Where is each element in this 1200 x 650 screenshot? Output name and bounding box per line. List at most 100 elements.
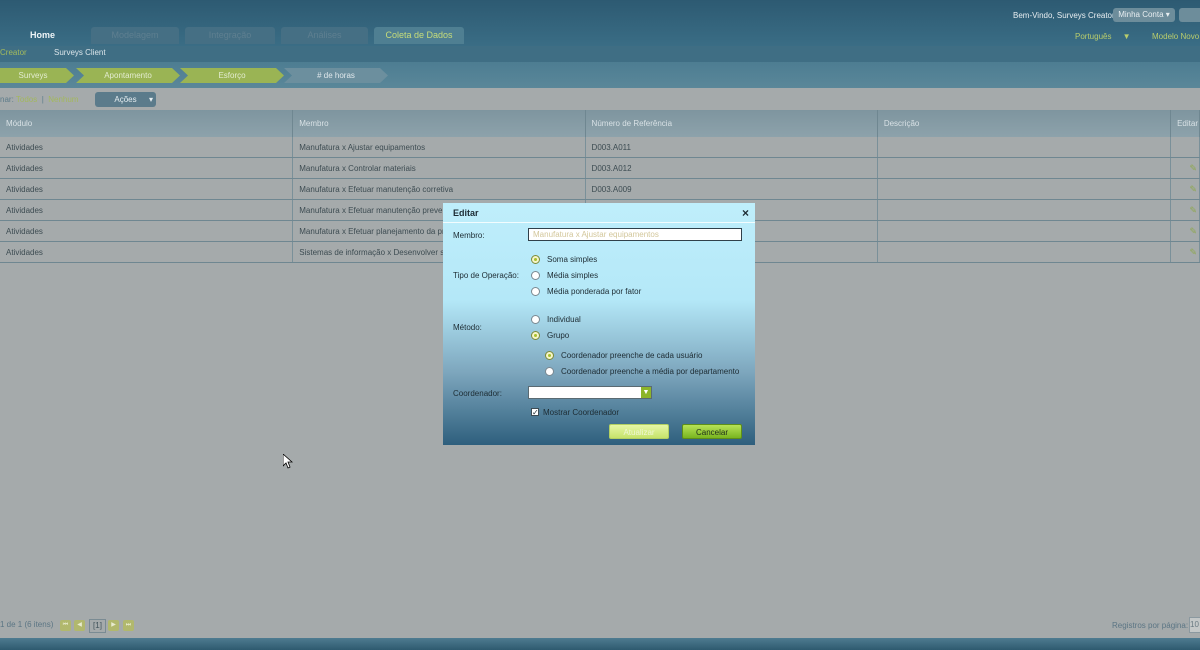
pencil-icon[interactable]: ✎ (1189, 163, 1197, 174)
pencil-icon[interactable]: ✎ (1189, 205, 1197, 216)
dialog-title: Editar (453, 208, 479, 218)
pencil-icon[interactable]: ✎ (1189, 184, 1197, 195)
per-page-select[interactable]: 10 (1189, 617, 1200, 633)
prev-page-icon[interactable]: ◀ (74, 620, 85, 631)
cell-modulo: Atividades (0, 157, 294, 179)
sub-nav (0, 46, 1200, 62)
selection-separator: | (41, 95, 44, 104)
footer-bar (0, 638, 1200, 650)
chevron-down-icon: ▼ (641, 387, 651, 398)
cell-referencia: D003.A009 (585, 178, 878, 200)
cell-membro: Manufatura x Ajustar equipamentos (292, 137, 586, 158)
cell-modulo: Atividades (0, 241, 294, 263)
grupo-label: Grupo (547, 331, 570, 340)
cancel-button[interactable]: Cancelar (682, 424, 742, 439)
radio-media-ponderada[interactable] (531, 287, 540, 296)
radio-coord-cada-usuario[interactable] (545, 351, 554, 360)
coord-cada-usuario-label: Coordenador preenche de cada usuário (561, 351, 703, 360)
coord-media-departamento-label: Coordenador preenche a média por departa… (561, 367, 740, 376)
radio-soma-simples[interactable] (531, 255, 540, 264)
coordenador-label: Coordenador: (453, 389, 502, 398)
breadcrumb-surveys[interactable]: Surveys (0, 68, 74, 83)
col-descricao[interactable]: Descrição (877, 110, 1172, 137)
cell-editar (1170, 137, 1200, 158)
cell-modulo: Atividades (0, 220, 294, 242)
close-icon[interactable]: × (742, 206, 749, 220)
breadcrumb-esforco[interactable]: Esforço (180, 68, 284, 83)
cell-membro: Manufatura x Efetuar manutenção corretiv… (292, 178, 586, 200)
individual-label: Individual (547, 315, 581, 324)
cell-descricao (877, 220, 1172, 242)
membro-input[interactable] (528, 228, 742, 241)
language-selector[interactable]: Português ▼ (1075, 32, 1131, 41)
caret-down-icon: ▾ (148, 95, 153, 104)
cell-editar: ✎ (1170, 241, 1200, 263)
tipo-operacao-label: Tipo de Operação: (453, 271, 519, 280)
language-label: Português (1075, 32, 1112, 41)
actions-button[interactable]: Ações ▾ (95, 92, 156, 107)
table-row[interactable]: Atividades Manufatura x Ajustar equipame… (0, 137, 1200, 158)
pencil-icon[interactable]: ✎ (1189, 247, 1197, 258)
tab-home[interactable]: Home (0, 27, 85, 44)
cell-modulo: Atividades (0, 199, 294, 221)
radio-coord-media-departamento[interactable] (545, 367, 554, 376)
cell-descricao (877, 241, 1172, 263)
mouse-cursor-icon (283, 454, 293, 469)
select-none-link[interactable]: Nenhum (48, 95, 78, 104)
actions-label: Ações (114, 95, 137, 104)
cell-modulo: Atividades (0, 178, 294, 200)
my-account-button[interactable]: Minha Conta ▾ (1113, 8, 1175, 22)
model-selector[interactable]: Modelo Novo (1152, 32, 1199, 41)
media-ponderada-label: Média ponderada por fator (547, 287, 642, 296)
selection-bar: nar: Todos | Nenhum (0, 95, 78, 104)
pencil-icon[interactable]: ✎ (1189, 226, 1197, 237)
metodo-label: Método: (453, 323, 482, 332)
next-page-icon[interactable]: ▶ (108, 620, 119, 631)
radio-individual[interactable] (531, 315, 540, 324)
caret-down-icon: ▾ (1165, 10, 1170, 19)
header-extra-button[interactable] (1179, 8, 1200, 22)
tab-integracao[interactable]: Integração (185, 27, 275, 44)
tab-coleta-de-dados[interactable]: Coleta de Dados (374, 27, 464, 44)
mostrar-coordenador-checkbox[interactable]: ✓ (531, 408, 539, 417)
caret-down-icon: ▼ (1122, 32, 1131, 41)
breadcrumb-horas[interactable]: # de horas (284, 68, 388, 83)
cell-descricao (877, 199, 1172, 221)
table-row[interactable]: Atividades Manufatura x Controlar materi… (0, 157, 1200, 179)
col-modulo[interactable]: Módulo (0, 110, 294, 137)
cell-modulo: Atividades (0, 137, 294, 158)
breadcrumb-apontamento[interactable]: Apontamento (76, 68, 180, 83)
radio-grupo[interactable] (531, 331, 540, 340)
subnav-creator[interactable]: Creator (0, 48, 27, 57)
cell-descricao (877, 157, 1172, 179)
tab-analises[interactable]: Análises (281, 27, 368, 44)
cell-descricao (877, 137, 1172, 158)
col-membro[interactable]: Membro (292, 110, 586, 137)
dialog-divider (443, 222, 755, 223)
selection-label: nar: (0, 95, 14, 104)
per-page-label: Registros por página: (1112, 621, 1189, 630)
main-tabs: Home Modelagem Integração Análises Colet… (0, 27, 470, 46)
membro-label: Membro: (453, 231, 485, 240)
edit-dialog: Editar × Membro: Tipo de Operação: Soma … (443, 203, 755, 445)
my-account-label: Minha Conta (1118, 10, 1164, 19)
table-row[interactable]: Atividades Manufatura x Efetuar manutenç… (0, 178, 1200, 200)
tab-modelagem[interactable]: Modelagem (91, 27, 179, 44)
cell-editar: ✎ (1170, 199, 1200, 221)
soma-simples-label: Soma simples (547, 255, 598, 264)
pager-info: 1 de 1 (6 itens) (0, 620, 54, 629)
col-numero-referencia[interactable]: Número de Referência (585, 110, 878, 137)
page-number[interactable]: [1] (89, 619, 106, 633)
last-page-icon[interactable]: ⏭ (123, 620, 134, 631)
cell-editar: ✎ (1170, 157, 1200, 179)
select-all-link[interactable]: Todos (16, 95, 37, 104)
cell-referencia: D003.A012 (585, 157, 878, 179)
coordenador-select[interactable]: ▼ (528, 386, 652, 399)
cell-editar: ✎ (1170, 220, 1200, 242)
update-button[interactable]: Atualizar (609, 424, 669, 439)
first-page-icon[interactable]: ⏮ (60, 620, 71, 631)
radio-media-simples[interactable] (531, 271, 540, 280)
breadcrumb-bar (0, 62, 1200, 88)
subnav-surveys-client[interactable]: Surveys Client (54, 48, 106, 57)
cell-descricao (877, 178, 1172, 200)
